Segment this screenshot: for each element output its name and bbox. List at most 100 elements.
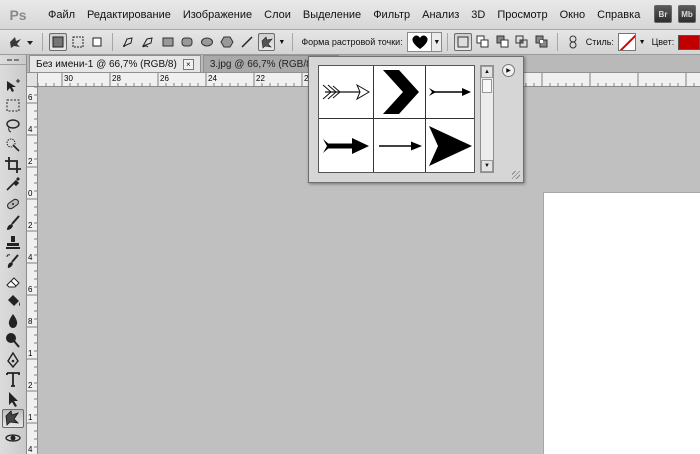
options-bar: ▼ Форма растровой точки: ▼ Стиль: ▼ Цвет… (0, 30, 700, 55)
pen-mode-button[interactable] (119, 33, 137, 51)
vertical-ruler[interactable]: 6 4 2 0 2 4 6 8 1 2 1 4 (27, 87, 38, 454)
shape-layers-button[interactable] (48, 33, 67, 51)
line-arrow-icon (378, 141, 422, 150)
rectangle-mode-button[interactable] (159, 33, 177, 51)
pen-tool-button[interactable] (2, 350, 24, 369)
current-shape-preview[interactable] (406, 32, 433, 52)
menu-window[interactable]: Окно (554, 9, 592, 21)
bold-arrow-shape[interactable] (319, 119, 374, 172)
scroll-thumb[interactable] (482, 79, 492, 93)
tab-untitled-1[interactable]: Без имени-1 @ 66,7% (RGB/8) × (29, 55, 201, 72)
paint-bucket-tool-icon (8, 295, 20, 306)
paths-button[interactable] (69, 33, 87, 51)
resize-grip[interactable] (512, 171, 520, 179)
shape-picker-label: Форма растровой точки: (301, 37, 403, 47)
quick-select-tool-button[interactable] (2, 136, 24, 155)
brush-tool-button[interactable] (2, 214, 24, 233)
lasso-tool-button[interactable] (2, 116, 24, 135)
menu-3d[interactable]: 3D (465, 9, 491, 21)
ruler-tick-label: 1 (28, 413, 33, 422)
shape-picker-scrollbar[interactable]: ▲ ▼ (480, 65, 494, 173)
history-brush-tool-button[interactable] (2, 253, 24, 272)
fill-pixels-button[interactable] (89, 33, 107, 51)
dodge-tool-button[interactable] (2, 331, 24, 350)
add-mode-button[interactable] (474, 33, 492, 51)
new-layer-mode-icon (457, 36, 469, 48)
eraser-tool-button[interactable] (2, 272, 24, 291)
scroll-up-icon[interactable]: ▲ (481, 66, 493, 78)
new-layer-mode-button[interactable] (454, 33, 472, 51)
menu-layers[interactable]: Слои (258, 9, 297, 21)
tab-label: Без имени-1 @ 66,7% (RGB/8) (36, 58, 177, 70)
bold-arrow-icon (323, 137, 369, 154)
clone-stamp-tool-button[interactable] (2, 233, 24, 252)
chevron-down-icon[interactable]: ▼ (639, 39, 646, 46)
clone-stamp-tool-icon (6, 235, 20, 249)
blur-tool-button[interactable] (2, 311, 24, 330)
thin-arrow-shape[interactable] (426, 66, 474, 119)
freeform-pen-mode-button[interactable] (139, 33, 157, 51)
subtract-mode-button[interactable] (494, 33, 512, 51)
close-icon[interactable]: × (182, 58, 194, 70)
picker-menu-button[interactable]: ▶ (502, 64, 515, 77)
color-swatch[interactable] (678, 34, 700, 50)
options-separator (292, 33, 294, 51)
style-swatch[interactable] (617, 33, 636, 51)
custom-shape-icon (261, 36, 273, 49)
healing-brush-tool-button[interactable] (2, 194, 24, 213)
options-separator (557, 33, 559, 51)
ruler-tick-label: 0 (28, 189, 33, 198)
line-mode-button[interactable] (238, 33, 256, 51)
minibridge-button[interactable]: Mb (678, 5, 696, 23)
chevron-shape[interactable] (374, 66, 426, 119)
custom-shape-mode-button[interactable] (257, 33, 276, 51)
menu-edit[interactable]: Редактирование (81, 9, 177, 21)
menu-help[interactable]: Справка (591, 9, 646, 21)
chevron-down-icon: ▼ (433, 38, 441, 46)
bridge-button[interactable]: Br (654, 5, 672, 23)
quick-select-tool-icon (6, 138, 20, 152)
ruler-origin[interactable] (27, 73, 38, 87)
shape-picker-dropdown[interactable]: ▼ (432, 32, 443, 52)
line-arrow-shape[interactable] (374, 119, 426, 172)
intersect-mode-button[interactable] (514, 33, 532, 51)
custom-shape-tool-button[interactable] (2, 408, 24, 428)
toolbar-grip[interactable] (0, 55, 26, 65)
menu-view[interactable]: Просмотр (491, 9, 553, 21)
style-label: Стиль: (585, 37, 614, 47)
tool-preset-picker[interactable] (6, 33, 36, 51)
rounded-rectangle-mode-button[interactable] (179, 33, 197, 51)
tab-label: 3.jpg @ 66,7% (RGB/8) (209, 58, 316, 70)
ellipse-mode-button[interactable] (198, 33, 216, 51)
type-tool-button[interactable] (2, 370, 24, 389)
link-button[interactable] (564, 33, 582, 51)
menu-analysis[interactable]: Анализ (416, 9, 465, 21)
move-tool-button[interactable] (2, 77, 24, 96)
menu-filter[interactable]: Фильтр (367, 9, 416, 21)
chevron-down-icon[interactable]: ▼ (278, 39, 285, 46)
triangle-arrow-shape[interactable] (426, 119, 474, 172)
polygon-mode-button[interactable] (218, 33, 236, 51)
ruler-tick-label: 4 (28, 253, 33, 262)
shape-grid (318, 65, 475, 173)
paint-bucket-tool-button[interactable] (2, 292, 24, 311)
crop-tool-button[interactable] (2, 155, 24, 174)
menu-image[interactable]: Изображение (177, 9, 258, 21)
custom-shape-tool-icon (5, 410, 20, 426)
marquee-tool-button[interactable] (2, 97, 24, 116)
path-select-tool-button[interactable] (2, 389, 24, 408)
triangle-arrow-icon (429, 125, 472, 166)
blur-tool-icon (8, 313, 18, 328)
ruler-tick-label: 30 (64, 74, 73, 83)
eyedropper-tool-button[interactable] (2, 175, 24, 194)
feathered-arrow-icon (322, 83, 370, 101)
exclude-mode-button[interactable] (533, 33, 551, 51)
3d-rotate-tool-button[interactable] (2, 428, 24, 447)
chevron-icon (382, 70, 419, 114)
menu-file[interactable]: Файл (42, 9, 81, 21)
scroll-down-icon[interactable]: ▼ (481, 160, 493, 172)
menu-select[interactable]: Выделение (297, 9, 367, 21)
custom-shape-picker: ▲ ▼ ▶ (308, 56, 524, 183)
feathered-arrow-shape[interactable] (319, 66, 374, 119)
document-canvas[interactable] (543, 192, 700, 454)
